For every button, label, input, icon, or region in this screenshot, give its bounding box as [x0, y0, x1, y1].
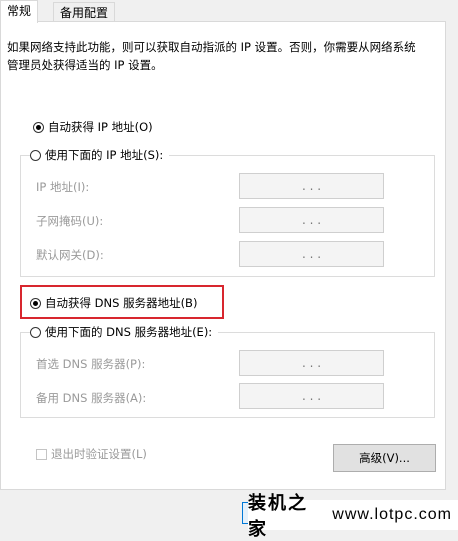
preferred-dns-label: 首选 DNS 服务器(P): [36, 357, 146, 371]
default-gateway-label: 默认网关(D): [36, 248, 104, 262]
ip-manual-radio[interactable] [30, 149, 41, 161]
ip-address-label: IP 地址(I): [36, 180, 90, 194]
watermark: 装机之家 www.lotpc.com [248, 493, 458, 540]
watermark-text: 装机之家 [248, 493, 308, 540]
ip-auto-option[interactable]: 自动获得 IP 地址(O) [33, 118, 153, 136]
dns-manual-radio[interactable] [30, 326, 41, 338]
ip-manual-option[interactable]: 使用下面的 IP 地址(S): [30, 146, 170, 164]
alternate-dns-label: 备用 DNS 服务器(A): [36, 391, 147, 405]
subnet-mask-input[interactable]: . . . [239, 207, 384, 233]
preferred-dns-input[interactable]: . . . [239, 350, 384, 376]
validate-option[interactable]: 退出时验证设置(L) [36, 446, 147, 462]
validate-checkbox[interactable] [36, 448, 47, 460]
dns-manual-label: 使用下面的 DNS 服务器地址(E): [45, 325, 213, 339]
highlight-box [20, 285, 224, 319]
ip-auto-radio[interactable] [33, 121, 44, 133]
description-text: 如果网络支持此功能，则可以获取自动指派的 IP 设置。否则，你需要从网络系统管理… [7, 40, 416, 72]
subnet-mask-label: 子网掩码(U): [36, 214, 104, 228]
tab-general[interactable]: 常规 [0, 0, 39, 23]
ip-address-input[interactable]: . . . [239, 173, 384, 199]
watermark-url: www.lotpc.com [332, 506, 452, 523]
validate-label: 退出时验证设置(L) [51, 447, 147, 461]
dns-manual-option[interactable]: 使用下面的 DNS 服务器地址(E): [30, 323, 219, 341]
ip-manual-label: 使用下面的 IP 地址(S): [45, 148, 164, 162]
tab-alternate-config[interactable]: 备用配置 [53, 2, 116, 22]
default-gateway-input[interactable]: . . . [239, 241, 384, 267]
alternate-dns-input[interactable]: . . . [239, 383, 384, 409]
advanced-button[interactable]: 高级(V)... [333, 444, 436, 472]
ip-auto-label: 自动获得 IP 地址(O) [48, 120, 153, 134]
